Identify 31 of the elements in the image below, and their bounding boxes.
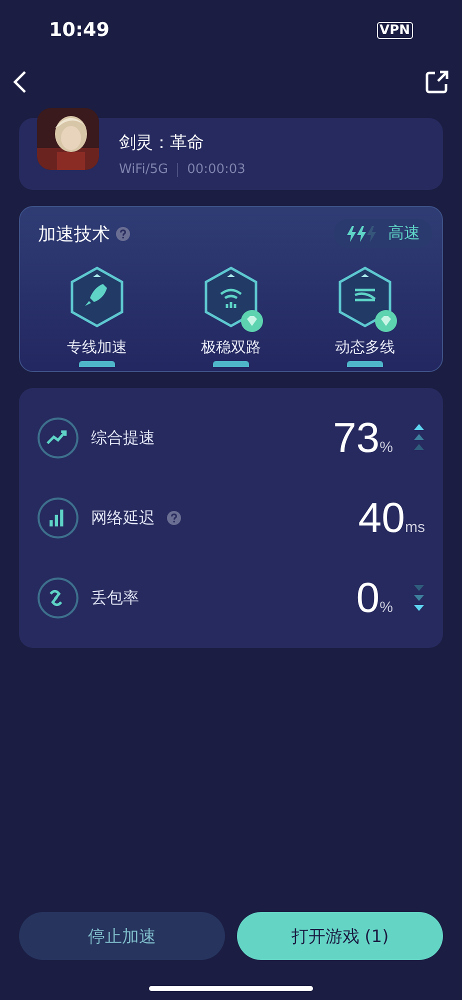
tech-label: 专线加速 — [67, 338, 127, 357]
stat-value: 0 — [356, 574, 380, 622]
speed-badge: 高速 — [334, 219, 432, 248]
elapsed-time: 00:00:03 — [187, 162, 246, 177]
status-time: 10:49 — [49, 19, 110, 41]
stat-label: 网络延迟 — [91, 508, 155, 528]
help-icon[interactable] — [167, 511, 181, 525]
network-type: WiFi/5G — [119, 162, 168, 177]
stat-unit: % — [380, 439, 393, 456]
stat-label: 丢包率 — [91, 588, 139, 608]
tab-indicator — [347, 361, 383, 367]
tab-indicator — [213, 361, 249, 367]
share-icon[interactable] — [425, 70, 449, 94]
stat-label: 综合提速 — [91, 428, 155, 448]
tab-indicator — [79, 361, 115, 367]
stat-value: 73 — [332, 414, 380, 462]
signal-bars-icon — [37, 497, 79, 539]
tech-label: 极稳双路 — [201, 338, 261, 357]
back-icon[interactable] — [13, 70, 27, 94]
tech-label: 动态多线 — [335, 338, 395, 357]
stat-value: 40 — [358, 494, 405, 542]
stat-unit: ms — [405, 519, 425, 536]
stat-unit: % — [380, 599, 393, 616]
broken-link-icon — [37, 577, 79, 619]
stop-button[interactable]: 停止加速 — [19, 912, 225, 960]
section-title: 加速技术 — [38, 222, 110, 246]
help-icon[interactable] — [116, 226, 130, 240]
trend-up-icon — [37, 417, 79, 459]
open-game-button[interactable]: 打开游戏 (1) — [237, 912, 443, 960]
game-title: 剑灵：革命 — [119, 132, 205, 154]
vpn-badge: VPN — [376, 22, 413, 38]
